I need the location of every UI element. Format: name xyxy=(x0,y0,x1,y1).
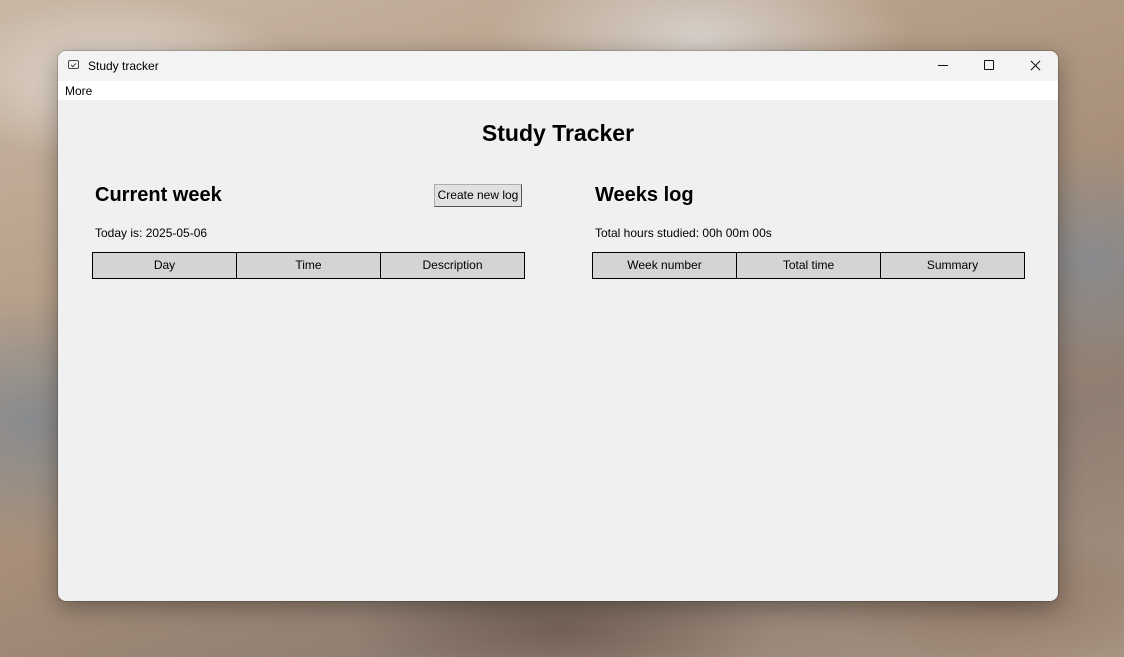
menu-item-more[interactable]: More xyxy=(65,84,92,98)
window-title: Study tracker xyxy=(88,59,159,73)
main-content: Study Tracker Current week Create new lo… xyxy=(58,100,1058,601)
column-header-week-number[interactable]: Week number xyxy=(592,252,737,279)
page-title: Study Tracker xyxy=(481,120,635,146)
close-icon[interactable] xyxy=(1012,51,1058,81)
column-header-day[interactable]: Day xyxy=(92,252,237,279)
weeks-log-table-header: Week number Total time Summary xyxy=(592,252,1025,279)
menu-bar: More xyxy=(58,81,1058,100)
maximize-icon[interactable] xyxy=(966,51,1012,81)
current-week-table-header: Day Time Description xyxy=(92,252,525,279)
today-date-label: Today is: 2025-05-06 xyxy=(95,226,208,240)
app-window: Study tracker More Study Tracker Current… xyxy=(58,51,1058,601)
column-header-total-time[interactable]: Total time xyxy=(737,252,881,279)
minimize-icon[interactable] xyxy=(920,51,966,81)
weeks-log-title: Weeks log xyxy=(595,184,694,206)
title-bar[interactable]: Study tracker xyxy=(58,51,1058,81)
app-window-icon xyxy=(68,60,79,69)
current-week-title: Current week xyxy=(95,184,222,206)
create-new-log-button[interactable]: Create new log xyxy=(434,184,522,207)
total-hours-label: Total hours studied: 00h 00m 00s xyxy=(595,226,772,240)
column-header-summary[interactable]: Summary xyxy=(881,252,1025,279)
column-header-time[interactable]: Time xyxy=(237,252,381,279)
column-header-description[interactable]: Description xyxy=(381,252,525,279)
